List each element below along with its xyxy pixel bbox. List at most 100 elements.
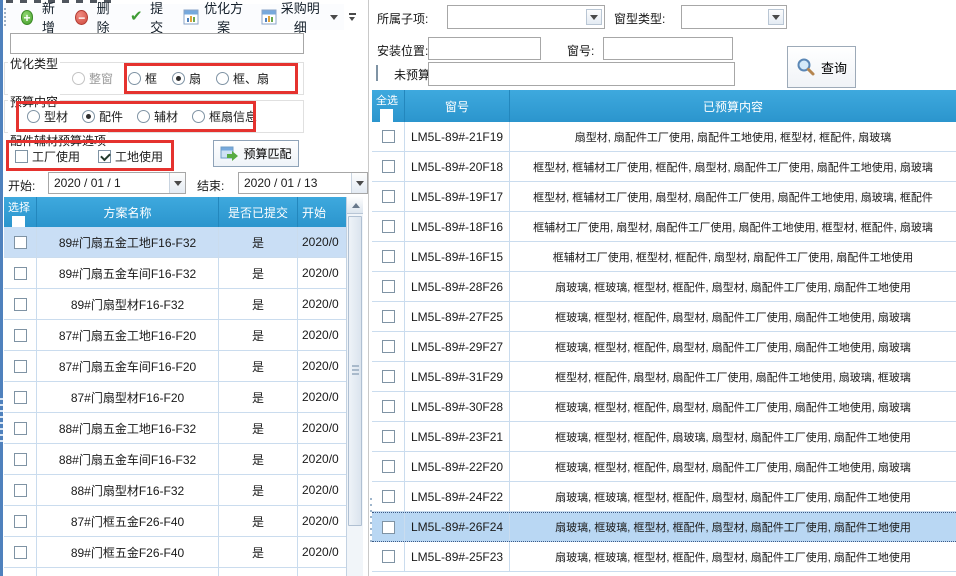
window-select-all-checkbox[interactable]	[380, 109, 393, 122]
plan-table-row[interactable]: 88#门扇五金车间F16-F32 是 2020/0	[4, 444, 363, 475]
plan-row-checkbox[interactable]	[14, 236, 27, 249]
plan-table-row[interactable]: 87#门扇型材F16-F20 是 2020/0	[4, 382, 363, 413]
plan-row-checkbox[interactable]	[14, 298, 27, 311]
plan-table-row[interactable]: 87#门扇五金车间F16-F20 是 2020/0	[4, 351, 363, 382]
plan-table-row[interactable]: 88#门框五金F21-F40 是 2020/0	[4, 568, 363, 576]
window-table-row[interactable]: LM5L-89#-27F25 框玻璃, 框型材, 框配件, 扇型材, 扇配件工厂…	[372, 302, 956, 332]
left-splitter-grip[interactable]	[0, 398, 3, 444]
toolbar-overflow-button[interactable]	[344, 8, 360, 26]
plan-header-submitted[interactable]: 是否已提交	[219, 197, 298, 227]
plan-row-checkbox[interactable]	[14, 453, 27, 466]
window-table-row[interactable]: LM5L-89#-31F29 框型材, 框配件, 扇型材, 扇配件工厂使用, 扇…	[372, 362, 956, 392]
sub-item-combobox[interactable]	[447, 5, 605, 29]
plan-table-row[interactable]: 89#门扇型材F16-F32 是 2020/0	[4, 289, 363, 320]
install-pos-input[interactable]	[428, 37, 541, 60]
plan-row-checkbox[interactable]	[14, 391, 27, 404]
scrollbar-thumb[interactable]	[348, 216, 362, 526]
delete-icon: −	[75, 10, 88, 25]
window-table-row[interactable]: LM5L-89#-28F26 扇玻璃, 框玻璃, 框型材, 框配件, 扇型材, …	[372, 272, 956, 302]
plan-row-submitted: 是	[219, 258, 298, 288]
plan-row-checkbox-cell	[4, 568, 37, 576]
window-table-row[interactable]: LM5L-89#-18F16 框辅材工厂使用, 扇型材, 扇配件工厂使用, 扇配…	[372, 212, 956, 242]
plan-row-checkbox[interactable]	[14, 484, 27, 497]
no-budget-input[interactable]	[428, 62, 735, 86]
checkbox-option[interactable]: 工厂使用	[15, 148, 80, 165]
window-table-row[interactable]: LM5L-89#-23F21 框玻璃, 框型材, 框配件, 扇玻璃, 扇型材, …	[372, 422, 956, 452]
plan-table-row[interactable]: 87#门框五金F26-F40 是 2020/0	[4, 506, 363, 537]
plan-row-checkbox[interactable]	[14, 546, 27, 559]
window-row-checkbox[interactable]	[382, 160, 395, 173]
plan-row-checkbox[interactable]	[14, 267, 27, 280]
plan-table-row[interactable]: 87#门扇五金工地F16-F20 是 2020/0	[4, 320, 363, 351]
radio-option[interactable]: 型材	[27, 108, 68, 125]
start-date-picker[interactable]: 2020 / 01 / 1	[48, 172, 186, 194]
end-date-picker[interactable]: 2020 / 01 / 13	[238, 172, 368, 194]
window-table-row[interactable]: LM5L-89#-24F22 扇玻璃, 框玻璃, 框型材, 框配件, 扇型材, …	[372, 482, 956, 512]
window-row-checkbox[interactable]	[382, 490, 395, 503]
radio-option[interactable]: 扇	[172, 70, 201, 87]
radio-option[interactable]: 整窗	[72, 70, 113, 87]
window-row-no: LM5L-89#-30F28	[405, 392, 510, 421]
plan-table-scrollbar[interactable]	[346, 197, 363, 576]
window-table-row[interactable]: LM5L-89#-26F24 扇玻璃, 框玻璃, 框型材, 框配件, 扇型材, …	[372, 512, 956, 542]
window-row-checkbox[interactable]	[382, 310, 395, 323]
window-table-row[interactable]: LM5L-89#-29F27 框玻璃, 框型材, 框配件, 扇型材, 扇配件工厂…	[372, 332, 956, 362]
plan-table-row[interactable]: 88#门扇型材F16-F32 是 2020/0	[4, 475, 363, 506]
window-row-checkbox[interactable]	[382, 460, 395, 473]
radio-option[interactable]: 框	[128, 70, 157, 87]
plan-table-row[interactable]: 88#门扇五金工地F16-F32 是 2020/0	[4, 413, 363, 444]
plan-row-checkbox[interactable]	[14, 422, 27, 435]
plan-row-checkbox[interactable]	[14, 515, 27, 528]
window-row-checkbox[interactable]	[382, 430, 395, 443]
window-row-checkbox[interactable]	[382, 280, 395, 293]
plan-row-start-date: 2020/0	[298, 506, 346, 536]
window-row-checkbox[interactable]	[382, 550, 395, 563]
window-row-checkbox[interactable]	[382, 130, 395, 143]
radio-option[interactable]: 框、扇	[216, 70, 269, 87]
window-row-checkbox[interactable]	[382, 400, 395, 413]
window-table-row[interactable]: LM5L-89#-19F17 框型材, 框辅材工厂使用, 扇型材, 扇配件工厂使…	[372, 182, 956, 212]
window-table-row[interactable]: LM5L-89#-21F19 扇型材, 扇配件工厂使用, 扇配件工地使用, 框型…	[372, 122, 956, 152]
plan-table-row[interactable]: 89#门框五金F26-F40 是 2020/0	[4, 537, 363, 568]
start-date-dropdown[interactable]	[169, 173, 185, 193]
window-row-checkbox-cell	[372, 362, 405, 391]
plan-filter-input[interactable]	[10, 33, 304, 54]
plan-table-row[interactable]: 89#门扇五金工地F16-F32 是 2020/0	[4, 227, 363, 258]
window-row-checkbox[interactable]	[382, 190, 395, 203]
toolbar-grip[interactable]	[4, 8, 9, 26]
window-type-dropdown[interactable]	[768, 9, 784, 25]
window-row-checkbox[interactable]	[382, 220, 395, 233]
window-row-checkbox[interactable]	[382, 521, 395, 534]
window-header-no[interactable]: 窗号	[405, 90, 510, 122]
window-table-row[interactable]: LM5L-89#-30F28 框玻璃, 框型材, 框配件, 扇型材, 扇配件工厂…	[372, 392, 956, 422]
budget-match-button[interactable]: 预算匹配	[213, 140, 299, 167]
plan-row-checkbox[interactable]	[14, 329, 27, 342]
add-button-label: 新增	[37, 0, 59, 36]
end-date-dropdown[interactable]	[351, 173, 367, 193]
plan-row-checkbox[interactable]	[14, 360, 27, 373]
sub-item-dropdown[interactable]	[586, 9, 602, 25]
window-table-row[interactable]: LM5L-89#-16F15 框辅材工厂使用, 框型材, 框配件, 扇型材, 扇…	[372, 242, 956, 272]
window-row-no: LM5L-89#-25F23	[405, 542, 510, 571]
radio-option[interactable]: 辅材	[137, 108, 178, 125]
window-no-input[interactable]	[603, 37, 733, 60]
plan-header-name[interactable]: 方案名称	[37, 197, 219, 227]
scrollbar-up-button[interactable]	[347, 197, 363, 214]
plan-select-all-checkbox[interactable]	[12, 216, 25, 227]
window-type-combobox[interactable]	[681, 5, 787, 29]
query-button[interactable]: 查询	[787, 46, 856, 88]
window-table-row[interactable]: LM5L-89#-25F23 扇玻璃, 框玻璃, 框型材, 框配件, 扇型材, …	[372, 542, 956, 572]
checkbox-option[interactable]: 工地使用	[98, 148, 163, 165]
radio-option[interactable]: 配件	[82, 108, 123, 125]
plan-header-start[interactable]: 开始	[298, 197, 346, 227]
plan-row-checkbox-cell	[4, 413, 37, 443]
no-budget-checkbox[interactable]	[376, 65, 378, 81]
plan-table-row[interactable]: 89#门扇五金车间F16-F32 是 2020/0	[4, 258, 363, 289]
window-table-row[interactable]: LM5L-89#-22F20 框玻璃, 框型材, 框配件, 扇型材, 扇配件工厂…	[372, 452, 956, 482]
radio-option[interactable]: 框扇信息	[192, 108, 257, 125]
window-row-checkbox[interactable]	[382, 250, 395, 263]
window-table-row[interactable]: LM5L-89#-20F18 框型材, 框辅材工厂使用, 框配件, 扇型材, 扇…	[372, 152, 956, 182]
window-header-content[interactable]: 已预算内容	[510, 90, 956, 122]
window-row-checkbox[interactable]	[382, 370, 395, 383]
window-row-checkbox[interactable]	[382, 340, 395, 353]
